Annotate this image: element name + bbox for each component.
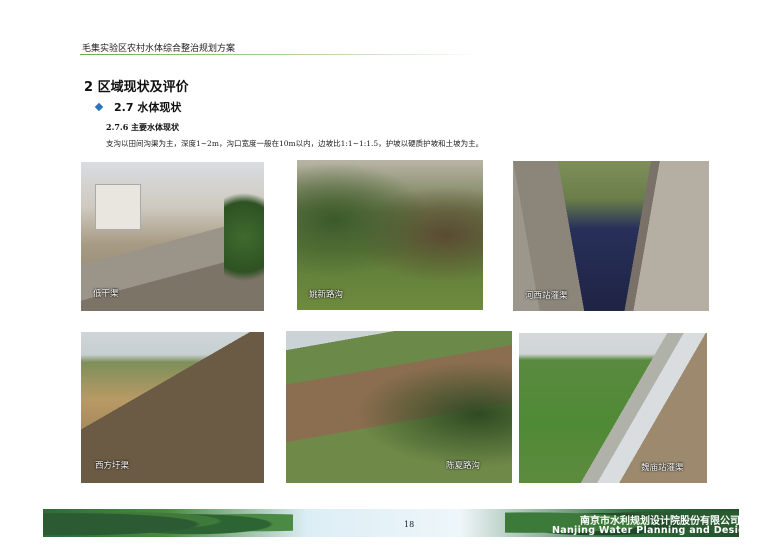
- photo-caption: 河西站灌渠: [525, 291, 568, 301]
- subsubsection-heading: 2.7.6 主要水体现状: [106, 122, 180, 132]
- photo-wei-miao-zhan-guan-qu: 魏庙站灌渠: [519, 333, 707, 483]
- page-number: 18: [404, 520, 415, 529]
- photo-caption: 姚新路沟: [309, 290, 344, 300]
- subsection-title: 2.7 水体现状: [114, 101, 182, 114]
- header-divider: [80, 54, 480, 55]
- tree-shape: [224, 182, 264, 292]
- body-paragraph: 支沟以田间沟渠为主，深度1~2m，沟口宽度一般在10m以内，边坡比1:1~1:1…: [106, 139, 484, 148]
- photo-caption: 陈夏路沟: [446, 461, 481, 471]
- subsection-heading: 2.7 水体现状: [94, 99, 182, 115]
- section-heading: 2 区域现状及评价: [84, 80, 189, 95]
- photo-caption: 魏庙站灌渠: [641, 463, 684, 473]
- photo-he-xi-zhan-guan-qu: 河西站灌渠: [513, 161, 709, 311]
- photo-di-gan-qu: 低干渠: [81, 162, 264, 311]
- photo-xi-fang-wei-qu: 西方圩渠: [81, 332, 264, 483]
- diamond-bullet-icon: [94, 102, 104, 112]
- footer-trees-left: [43, 505, 293, 537]
- photo-yao-xin-lu-gou: 姚新路沟: [297, 160, 483, 310]
- photo-chen-xia-lu-gou: 陈夏路沟: [286, 331, 512, 483]
- building-shape: [95, 184, 141, 230]
- photo-caption: 西方圩渠: [95, 461, 130, 471]
- photo-caption: 低干渠: [93, 289, 119, 299]
- company-name-en: Nanjing Water Planning and Designing: [552, 525, 771, 536]
- header-title: 毛集实验区农村水体综合整治规划方案: [82, 44, 236, 54]
